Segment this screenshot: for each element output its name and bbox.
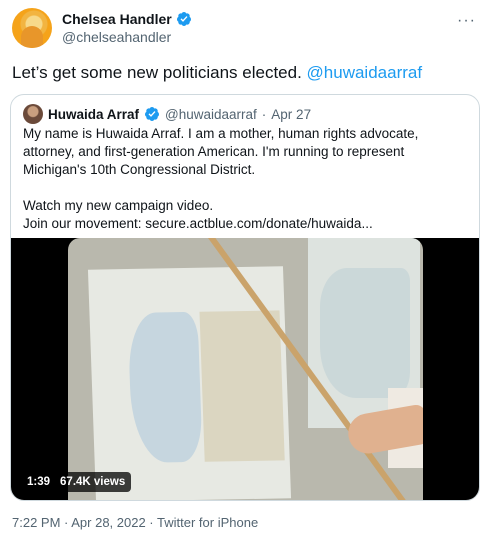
- quoted-author-handle: @huwaidaarraf: [165, 106, 257, 122]
- more-options-icon[interactable]: ···: [457, 12, 476, 30]
- video-player[interactable]: 1:39 67.4K views: [11, 238, 479, 500]
- quoted-tweet-line: Join our movement: secure.actblue.com/do…: [23, 216, 373, 231]
- video-duration: 1:39: [27, 476, 51, 488]
- tweet-timestamp[interactable]: 7:22 PM · Apr 28, 2022 · Twitter for iPh…: [12, 515, 258, 530]
- quoted-tweet-date: Apr 27: [271, 106, 312, 122]
- verified-badge-icon: [145, 107, 160, 121]
- tweet-text: Let’s get some new politicians elected. …: [12, 62, 422, 84]
- quoted-tweet-line: Watch my new campaign video.: [23, 198, 214, 213]
- tweet-body: Let’s get some new politicians elected.: [12, 63, 307, 82]
- meta-separator: ·: [261, 106, 267, 122]
- author-names: Chelsea Handler @chelseahandler: [62, 10, 192, 46]
- map-secondary: [320, 268, 410, 398]
- video-stats-badge: 1:39 67.4K views: [21, 472, 132, 492]
- video-views: 67.4K views: [60, 476, 126, 488]
- quoted-tweet-line: My name is Huwaida Arraf. I am a mother,…: [23, 126, 419, 177]
- author-display-name[interactable]: Chelsea Handler: [62, 10, 172, 28]
- map-land: [199, 310, 285, 462]
- author-avatar[interactable]: [12, 8, 52, 48]
- quoted-tweet[interactable]: Huwaida Arraf @huwaidaarraf · Apr 27 My …: [10, 94, 480, 501]
- quoted-tweet-header: Huwaida Arraf @huwaidaarraf · Apr 27: [23, 104, 311, 124]
- tweet-author-header: Chelsea Handler @chelseahandler ···: [12, 8, 476, 50]
- verified-badge-icon: [176, 12, 191, 26]
- author-handle[interactable]: @chelseahandler: [62, 28, 192, 46]
- quoted-author-name: Huwaida Arraf: [48, 106, 140, 122]
- quoted-author-avatar: [23, 104, 43, 124]
- author-name-row: Chelsea Handler: [62, 10, 192, 28]
- quoted-tweet-body: My name is Huwaida Arraf. I am a mother,…: [23, 125, 469, 233]
- tweet-mention-link[interactable]: @huwaidaarraf: [307, 63, 423, 82]
- video-thumbnail: [68, 238, 423, 500]
- map-sea: [127, 311, 203, 464]
